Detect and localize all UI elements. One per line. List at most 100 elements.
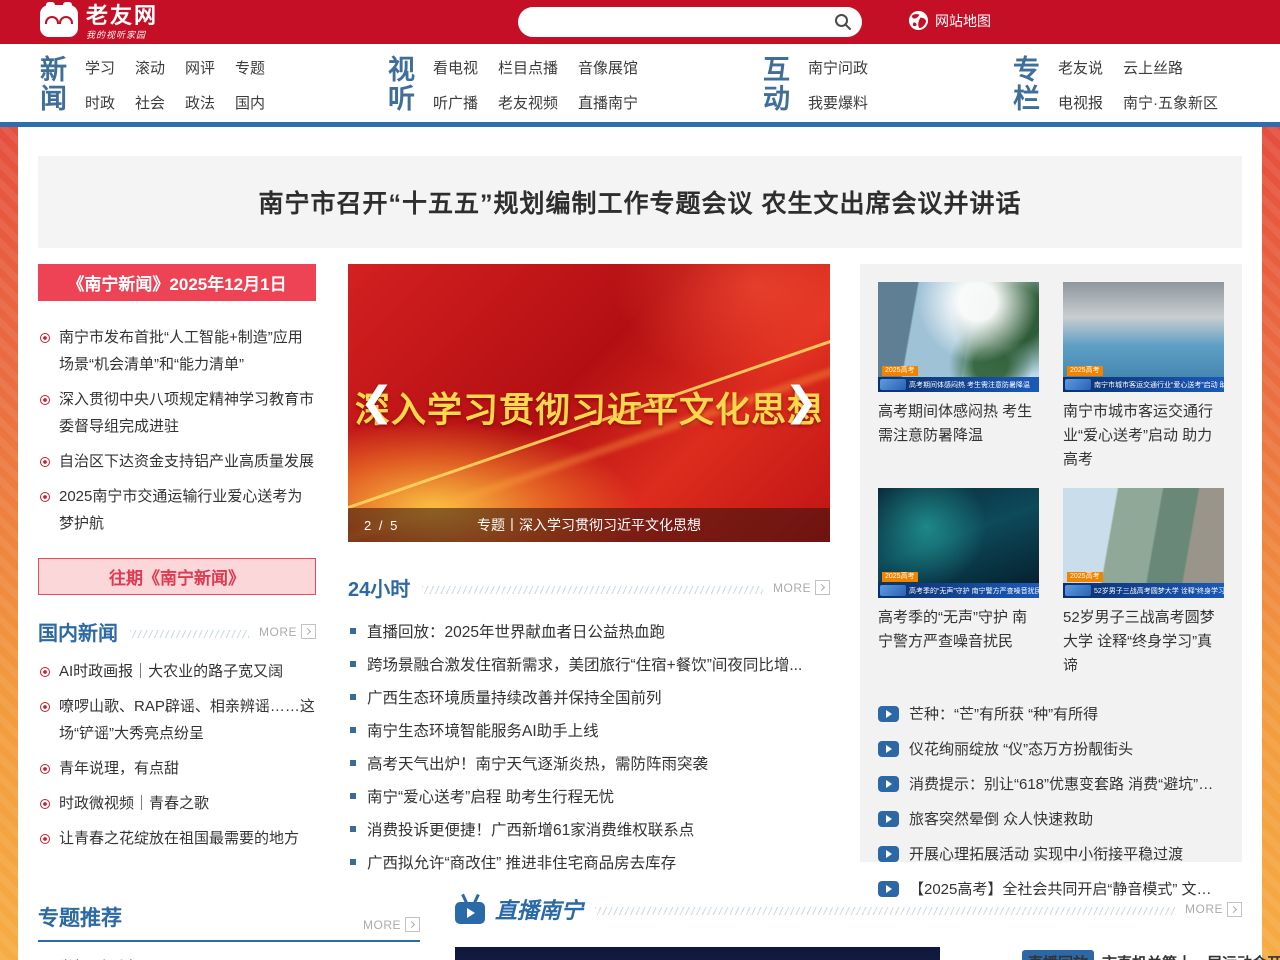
list-item[interactable]: 深入贯彻中央八项规定精神学习教育市委督导组完成进驻 [38,386,316,440]
list-item[interactable]: 南宁市发布首批“人工智能+制造”应用场景“机会清单”和“能力清单” [38,324,316,378]
past-news-button[interactable]: 往期《南宁新闻》 [38,558,316,595]
list-item[interactable]: 旅客突然晕倒 众人快速救助 [878,801,1224,836]
nav-link[interactable]: 看电视 [433,57,478,78]
nav-section-interact[interactable]: 互动 [763,56,790,114]
logo-title: 老友网 [86,5,158,27]
nav-link[interactable]: 南宁问政 [808,57,868,78]
exam-tag: 2025高考 [882,366,918,376]
more-link[interactable]: MORE [1185,902,1242,917]
video-caption[interactable]: 南宁市城市客运交通行业“爱心送考”启动 助力高考 [1063,400,1224,472]
nav-link[interactable]: 栏目点播 [498,57,558,78]
list-item[interactable]: 广西拟允许“商改住” 推进非住宅商品房去库存 [348,845,830,878]
nav-link[interactable]: 社会 [135,92,165,113]
more-link[interactable]: MORE [259,624,316,639]
video-caption[interactable]: 高考季的“无声”守护 南宁警方严查噪音扰民 [878,606,1039,654]
list-item[interactable]: AI时政画报｜大农业的路子宽又阔 [38,658,316,685]
domestic-news-list: AI时政画报｜大农业的路子宽又阔 嘹啰山歌、RAP辟谣、相亲辨谣……这场“铲谣”… [38,658,316,852]
nav-link[interactable]: 政法 [185,92,215,113]
nav-section-columns[interactable]: 专栏 [1013,56,1040,114]
carousel-prev-button[interactable]: ❮ [360,382,394,422]
list-item[interactable]: 青年说理，有点甜 [38,755,316,782]
video-caption[interactable]: 52岁男子三战高考圆梦大学 诠释“终身学习”真谛 [1063,606,1224,678]
nav-link[interactable]: 老友视频 [498,92,558,113]
domestic-news-header: 国内新闻 MORE [38,617,316,646]
bullet-icon [40,457,50,467]
video-card[interactable]: 2025高考 南宁市城市客运交通行业“爱心送考”启动 助力高考 南宁市城市客运交… [1063,282,1224,472]
list-item[interactable]: 南宁“爱心送考”启程 助考生行程无忧 [348,779,830,812]
video-caption[interactable]: 高考期间体感闷热 考生需注意防暑降温 [878,400,1039,448]
nav-link[interactable]: 老友说 [1058,57,1103,78]
site-logo[interactable]: 老友网 我的视听家园 [40,5,158,40]
nanning-news-date-button[interactable]: 《南宁新闻》2025年12月1日 [38,264,316,301]
video-thumbnail[interactable]: 2025高考 高考期间体感闷热 考生需注意防暑降温 [878,282,1039,392]
middle-column: 深入学习贯彻习近平文化思想 ❮ ❯ 2 / 5 专题丨深入学习贯彻习近平文化思想… [348,264,830,878]
video-thumbnail[interactable]: 2025高考 高考季的“无声”守护 南宁警方严查噪音扰民 [878,488,1039,598]
nav-link[interactable]: 学习 [85,57,115,78]
nav-section-av[interactable]: 视听 [388,56,415,114]
nav-link[interactable]: 专题 [235,57,265,78]
list-item[interactable]: 广西生态环境质量持续改善并保持全国前列 [348,680,830,713]
list-item[interactable]: 直播回放：2025年世界献血者日公益热血跑 [348,614,830,647]
show-logo [880,379,906,390]
hero-carousel[interactable]: 深入学习贯彻习近平文化思想 ❮ ❯ 2 / 5 专题丨深入学习贯彻习近平文化思想 [348,264,830,542]
list-item[interactable]: 芒种：“芒”有所获 “种”有所得 [878,696,1224,731]
nav-group-news: 新闻 学习 滚动 网评 专题 时政 社会 政法 国内 [40,56,265,114]
nav-link[interactable]: 滚动 [135,57,165,78]
list-item[interactable]: 嘹啰山歌、RAP辟谣、相亲辨谣……这场“铲谣”大秀亮点纷呈 [38,693,316,747]
play-icon [878,776,899,792]
live-thumbnail[interactable] [455,947,940,960]
nav-section-news[interactable]: 新闻 [40,56,67,114]
nav-link[interactable]: 国内 [235,92,265,113]
carousel-next-button[interactable]: ❯ [784,382,818,422]
list-item[interactable]: 高考天气出炉！南宁天气逐渐炎热，需防阵雨突袭 [348,746,830,779]
top-headline[interactable]: 南宁市召开“十五五”规划编制工作专题会议 农生文出席会议并讲话 [38,156,1242,248]
nav-link[interactable]: 云上丝路 [1123,57,1183,78]
bullet-icon [40,667,50,677]
list-item[interactable]: 消费投诉更便捷！广西新增61家消费维权联系点 [348,812,830,845]
list-item[interactable]: 时政微视频｜青春之歌 [38,790,316,817]
list-item[interactable]: 仪花绚丽绽放 “仪”态万方扮靓街头 [878,731,1224,766]
show-logo [880,585,906,596]
list-item[interactable]: 自治区下达资金支持铝产业高质量发展 [38,448,316,475]
nav-link[interactable]: 网评 [185,57,215,78]
video-card[interactable]: 2025高考 52岁男子三战高考圆梦大学 诠释“终身学习”真谛 52岁男子三战高… [1063,488,1224,678]
video-list: 芒种：“芒”有所获 “种”有所得 仪花绚丽绽放 “仪”态万方扮靓街头 消费提示：… [878,696,1224,906]
section-title: 国内新闻 [38,617,118,646]
video-thumbnail[interactable]: 2025高考 南宁市城市客运交通行业“爱心送考”启动 助力高考 [1063,282,1224,392]
video-thumbnail[interactable]: 2025高考 52岁男子三战高考圆梦大学 诠释“终身学习”真谛 [1063,488,1224,598]
show-logo [1065,379,1091,390]
chevron-right-icon [301,624,316,639]
search-icon[interactable] [834,13,852,31]
list-item[interactable]: 举报·辟谣专区 [38,956,420,960]
nav-link[interactable]: 音像展馆 [578,57,638,78]
list-item[interactable]: 2025南宁市交通运输行业爱心送考为梦护航 [38,483,316,537]
search-input[interactable] [518,7,862,37]
hatch-divider [595,907,1175,915]
list-item[interactable]: 消费提示：别让“618”优惠变套路 消费“避坑”全指南 [878,766,1224,801]
nav-link[interactable]: 南宁·五象新区 [1123,92,1218,113]
carousel-caption[interactable]: 专题丨深入学习贯彻习近平文化思想 [348,515,830,535]
nav-link[interactable]: 时政 [85,92,115,113]
bullet-icon [350,760,356,766]
list-item[interactable]: 让青春之花绽放在祖国最需要的地方 [38,825,316,852]
nav-group-columns: 专栏 老友说 云上丝路 电视报 南宁·五象新区 [1013,56,1218,114]
nav-link[interactable]: 听广播 [433,92,478,113]
lower-third-bar: 南宁市城市客运交通行业“爱心送考”启动 助力高考 [1063,377,1224,392]
replay-badge: 直播回放 [1022,950,1094,960]
hatch-divider [130,630,249,638]
nav-link[interactable]: 电视报 [1058,92,1103,113]
nav-link[interactable]: 我要爆料 [808,92,868,113]
list-item[interactable]: 南宁生态环境智能服务AI助手上线 [348,713,830,746]
sitemap-link[interactable]: 网站地图 [908,10,991,31]
more-link[interactable]: MORE [363,917,420,932]
list-item[interactable]: 开展心理拓展活动 实现中小衔接平稳过渡 [878,836,1224,871]
section-title: 24小时 [348,573,410,602]
video-card[interactable]: 2025高考 高考期间体感闷热 考生需注意防暑降温 高考期间体感闷热 考生需注意… [878,282,1039,472]
live-item-title: 市直机关第十一届运动会开幕式 [1102,950,1280,960]
more-link[interactable]: MORE [773,580,830,595]
nav-link[interactable]: 直播南宁 [578,92,638,113]
list-item[interactable]: 直播回放 市直机关第十一届运动会开幕式 [1022,950,1280,960]
list-item[interactable]: 跨场景融合激发住宿新需求，美团旅行“住宿+餐饮”间夜同比增... [348,647,830,680]
sitemap-label: 网站地图 [935,11,991,31]
video-card[interactable]: 2025高考 高考季的“无声”守护 南宁警方严查噪音扰民 高考季的“无声”守护 … [878,488,1039,678]
